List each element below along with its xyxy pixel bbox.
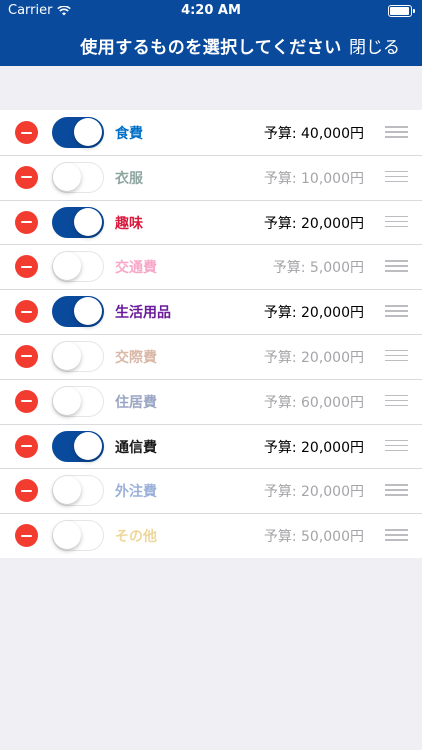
toggle-knob — [74, 297, 102, 326]
toggle-knob — [74, 207, 102, 236]
toggle-knob — [53, 386, 81, 415]
battery-icon — [388, 5, 415, 17]
category-label: 外注費 — [115, 484, 157, 501]
reorder-handle-icon[interactable] — [385, 349, 408, 362]
category-label: 衣服 — [115, 170, 143, 187]
reorder-handle-icon[interactable] — [385, 305, 408, 317]
category-label: 交通費 — [115, 260, 157, 277]
reorder-handle-icon[interactable] — [385, 170, 408, 183]
budget-value: 予算: 20,000円 — [263, 305, 364, 322]
list-item: 生活用品 予算: 20,000円 — [0, 289, 422, 334]
toggle-knob — [53, 162, 81, 191]
list-item: 交際費 予算: 20,000円 — [0, 333, 422, 379]
reorder-handle-icon[interactable] — [385, 484, 408, 496]
budget-value: 予算: 20,000円 — [263, 349, 364, 366]
reorder-handle-icon[interactable] — [385, 126, 408, 138]
enable-toggle[interactable] — [52, 340, 104, 372]
reorder-handle-icon[interactable] — [385, 394, 408, 407]
close-button[interactable]: 閉じる — [349, 33, 400, 58]
list-item: 通信費 予算: 20,000円 — [0, 423, 422, 469]
list-item: 衣服 予算: 10,000円 — [0, 154, 422, 200]
category-list: 食費 予算: 40,000円 衣服 予算: 10,000円 趣味 予算: 20,… — [0, 110, 422, 558]
list-item: その他 予算: 50,000円 — [0, 513, 422, 558]
enable-toggle[interactable] — [52, 385, 104, 417]
reorder-handle-icon[interactable] — [385, 260, 408, 272]
delete-icon[interactable] — [15, 479, 38, 503]
list-item: 外注費 予算: 20,000円 — [0, 468, 422, 514]
category-label: その他 — [115, 529, 157, 546]
toggle-knob — [53, 521, 81, 550]
category-label: 趣味 — [115, 215, 143, 232]
delete-icon[interactable] — [15, 255, 38, 279]
category-label: 食費 — [115, 126, 143, 142]
toggle-knob — [74, 431, 102, 460]
delete-icon[interactable] — [15, 210, 38, 234]
category-label: 交際費 — [115, 349, 157, 366]
budget-value: 予算: 60,000円 — [263, 394, 364, 411]
budget-value: 予算: 20,000円 — [263, 215, 364, 232]
category-label: 通信費 — [115, 439, 157, 456]
toggle-knob — [74, 118, 102, 146]
delete-icon[interactable] — [15, 434, 38, 458]
reorder-handle-icon[interactable] — [385, 215, 408, 228]
budget-value: 予算: 40,000円 — [263, 126, 364, 142]
budget-value: 予算: 20,000円 — [263, 439, 364, 456]
toggle-knob — [53, 476, 81, 505]
enable-toggle[interactable] — [52, 430, 104, 462]
enable-toggle[interactable] — [52, 520, 104, 552]
budget-value: 予算: 5,000円 — [272, 260, 364, 277]
budget-value: 予算: 10,000円 — [263, 170, 364, 187]
delete-icon[interactable] — [15, 121, 38, 144]
list-item: 趣味 予算: 20,000円 — [0, 199, 422, 245]
delete-icon[interactable] — [15, 524, 38, 548]
enable-toggle[interactable] — [52, 251, 104, 283]
enable-toggle[interactable] — [52, 296, 104, 328]
delete-icon[interactable] — [15, 389, 38, 413]
list-item: 住居費 予算: 60,000円 — [0, 378, 422, 424]
status-time: 4:20 AM — [181, 3, 241, 18]
reorder-handle-icon[interactable] — [385, 529, 408, 541]
list-item: 食費 予算: 40,000円 — [0, 110, 422, 155]
toggle-knob — [53, 341, 81, 370]
delete-icon[interactable] — [15, 300, 38, 324]
budget-value: 予算: 50,000円 — [263, 529, 364, 546]
enable-toggle[interactable] — [52, 475, 104, 507]
category-label: 生活用品 — [115, 305, 171, 322]
navigation-header: Carrier 4:20 AM 使用するものを選択してください 閉じる — [0, 0, 422, 66]
delete-icon[interactable] — [15, 165, 38, 189]
enable-toggle[interactable] — [52, 161, 104, 193]
toggle-knob — [53, 252, 81, 281]
delete-icon[interactable] — [15, 344, 38, 368]
enable-toggle[interactable] — [52, 206, 104, 238]
reorder-handle-icon[interactable] — [385, 439, 408, 452]
budget-value: 予算: 20,000円 — [263, 484, 364, 501]
category-label: 住居費 — [115, 394, 157, 411]
status-bar: Carrier 4:20 AM — [0, 0, 422, 22]
enable-toggle[interactable] — [52, 117, 104, 148]
list-item: 交通費 予算: 5,000円 — [0, 244, 422, 290]
